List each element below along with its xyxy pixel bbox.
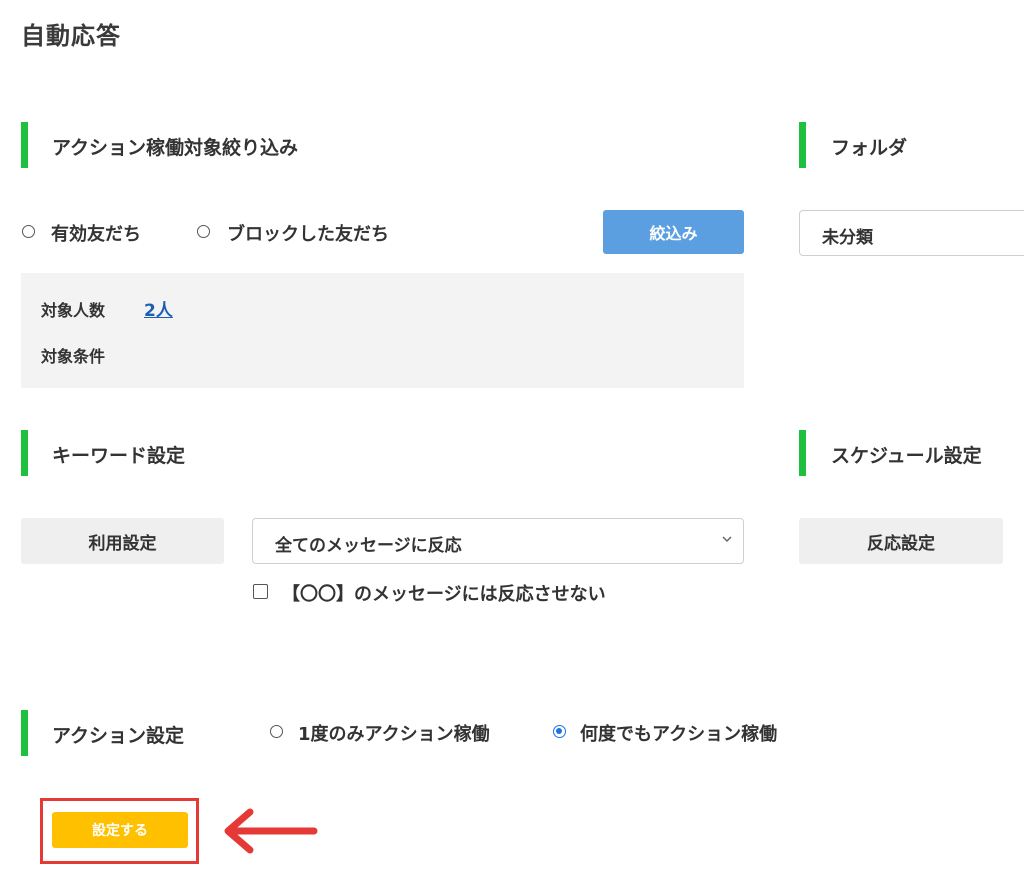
radio-action-once[interactable]: [270, 725, 283, 738]
radio-label-action-repeat: 何度でもアクション稼働: [580, 724, 778, 745]
arrow-left-icon: [224, 808, 318, 854]
submit-button[interactable]: 設定する: [52, 812, 188, 848]
folder-section-title: フォルダ: [831, 137, 908, 159]
ignore-message-checkbox[interactable]: [253, 584, 268, 599]
chevron-down-icon: [722, 536, 732, 543]
ignore-message-label: 【〇〇】のメッセージには反応させない: [282, 584, 606, 605]
section-accent-bar: [799, 430, 806, 476]
usage-settings-button[interactable]: 利用設定: [21, 518, 224, 564]
keyword-response-select[interactable]: 全てのメッセージに反応: [252, 518, 744, 564]
target-count-label: 対象人数: [41, 301, 106, 320]
folder-select-value: 未分類: [822, 228, 873, 248]
radio-label-active-friends: 有効友だち: [51, 224, 141, 245]
filter-button[interactable]: 絞込み: [603, 210, 744, 254]
keyword-response-value: 全てのメッセージに反応: [275, 536, 462, 556]
response-settings-button[interactable]: 反応設定: [799, 518, 1003, 564]
section-accent-bar: [21, 710, 28, 756]
target-info-panel: [21, 273, 744, 388]
radio-action-repeat[interactable]: [553, 725, 566, 738]
schedule-section-title: スケジュール設定: [831, 445, 982, 467]
section-accent-bar: [21, 122, 28, 168]
filter-section-title: アクション稼働対象絞り込み: [52, 137, 299, 159]
radio-label-blocked-friends: ブロックした友だち: [227, 224, 389, 245]
radio-blocked-friends[interactable]: [197, 225, 210, 238]
target-count-link[interactable]: 2人: [144, 296, 173, 321]
folder-select[interactable]: 未分類: [799, 210, 1024, 256]
action-section-title: アクション設定: [52, 725, 185, 747]
keyword-section-title: キーワード設定: [52, 445, 186, 467]
radio-active-friends[interactable]: [22, 225, 35, 238]
page-title: 自動応答: [21, 22, 121, 50]
section-accent-bar: [799, 122, 806, 168]
target-condition-label: 対象条件: [41, 347, 106, 366]
radio-label-action-once: 1度のみアクション稼働: [298, 724, 490, 745]
section-accent-bar: [21, 430, 28, 476]
